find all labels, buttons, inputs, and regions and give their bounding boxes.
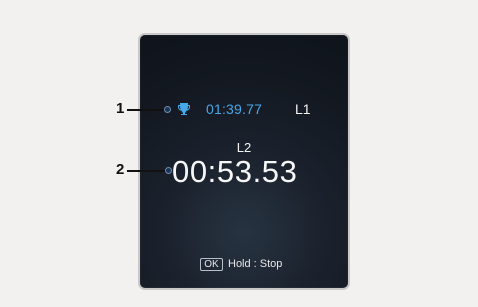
current-lap-label: L2 — [236, 140, 252, 155]
callout-line-2 — [127, 170, 167, 172]
current-lap-time: 00:53.53 — [172, 154, 298, 189]
callout-label-1: 1 — [116, 100, 125, 117]
best-lap-label: L1 — [295, 101, 311, 117]
watch-screen: 01:39.77 L1 L2 00:53.53 OK Hold : Stop — [138, 33, 350, 290]
callout-line-1 — [127, 109, 166, 111]
best-lap-time: 01:39.77 — [206, 101, 263, 117]
callout-dot-2 — [165, 167, 172, 174]
callout-dot-1 — [164, 106, 171, 113]
ok-button-hint: OK — [200, 258, 223, 271]
hold-stop-hint: Hold : Stop — [228, 258, 283, 270]
callout-label-2: 2 — [116, 161, 125, 178]
trophy-icon — [178, 103, 190, 115]
